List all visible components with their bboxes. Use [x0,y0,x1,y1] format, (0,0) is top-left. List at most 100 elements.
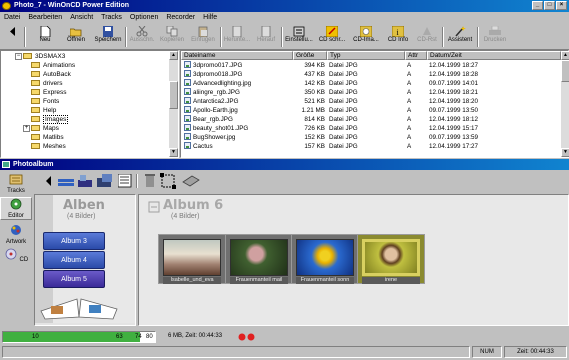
add-album-icon[interactable] [78,174,94,188]
photo-image [230,239,288,276]
toolbar-cd-info-button[interactable]: i CD Info [384,26,412,48]
toolbar-print-button[interactable]: Drucken [480,26,510,48]
tree-item-meshes[interactable]: Meshes [31,142,66,151]
photo-thumbnail-3[interactable]: Frauenmanteil sonn [291,234,359,284]
toolbar-settings-button[interactable]: Einstellu... [284,26,314,48]
menu-datei[interactable]: Datei [4,12,20,24]
menu-hilfe[interactable]: Hilfe [203,12,217,24]
column-header-name[interactable]: Dateiname [181,51,293,60]
file-row[interactable]: Antarctica2.JPG 521 KB Datei JPG A 12.04.199… [181,97,561,106]
properties-icon[interactable] [118,174,132,188]
menu-ansicht[interactable]: Ansicht [70,12,93,24]
album-book-3[interactable]: Album 3 [43,232,105,250]
file-cell-size: 394 KB [304,62,325,69]
add-photo-icon[interactable] [97,174,113,188]
minimize-button[interactable]: _ [532,1,543,10]
toolbar-cd-write-button[interactable]: CD schr... [316,26,348,48]
file-row[interactable]: Advancedlighting.jpg 142 KB Datei JPG A 09.0… [181,79,561,88]
tree-item-fonts[interactable]: Fonts [31,97,59,106]
file-row[interactable]: 3dpromo018.JPG 437 KB Datei JPG A 12.04.1999… [181,70,561,79]
collapse-toggle[interactable]: − [15,53,22,60]
open-folder-icon [70,28,82,37]
scroll-thumb[interactable] [561,60,569,82]
menu-optionen[interactable]: Optionen [130,12,158,24]
album-list-icon[interactable] [58,175,74,187]
nav-artwork[interactable]: Artwork [0,224,32,245]
albums-pane: Alben (4 Bilder) Album 3 Album 4 Album 5 [34,194,136,326]
toolbar-cd-image-button[interactable]: CD-Ima... [350,26,382,48]
close-button[interactable]: × [556,1,567,10]
tree-item-animations[interactable]: Animations [31,61,75,70]
folder-icon [31,80,40,86]
tree-item-label: Images [43,115,69,124]
scroll-thumb[interactable] [169,81,178,109]
column-header-type[interactable]: Typ [327,51,405,60]
folder-tree[interactable]: 3DSMAX3 − Animations AutoBack drivers Ex… [0,50,179,158]
cd-reset-icon [423,27,431,35]
expand-toggle[interactable]: + [23,125,30,132]
column-header-attr[interactable]: Attr [405,51,427,60]
file-cell-attr: A [407,134,412,141]
num-lock-indicator: NUM [472,346,502,358]
photo-thumbnail-1[interactable]: Isabelle_und_eva [158,234,226,284]
tree-item-help[interactable]: Help [31,106,56,115]
toolbar-open-button[interactable]: Öffnen [62,26,90,48]
column-header-date[interactable]: Datum/Zeit [427,51,561,60]
menu-bearbeiten[interactable]: Bearbeiten [28,12,62,24]
tree-scrollbar[interactable]: ▲ ▼ [169,51,178,157]
file-row[interactable]: beauty_shot01.JPG 726 KB Datei JPG A 12.04.1… [181,124,561,133]
folder-icon [31,62,40,68]
file-cell-type: Datei JPG [329,80,358,87]
album-book-4[interactable]: Album 4 [43,251,105,269]
scroll-down-button[interactable]: ▼ [561,148,569,157]
photo-thumbnail-2[interactable]: Frauenmanteil mail [225,234,293,284]
file-cell-name: Cactus [193,143,213,150]
menu-recorder[interactable]: Recorder [166,12,195,24]
tree-item-express[interactable]: Express [31,88,66,97]
toolbar-move-down-button[interactable]: Herunte... [223,26,251,48]
scroll-up-button[interactable]: ▲ [169,51,178,60]
album-book-5[interactable]: Album 5 [43,270,105,288]
delete-icon[interactable] [144,174,156,188]
toolbar-move-up-button[interactable]: Herauf [253,26,279,48]
nav-editor[interactable]: Editor [0,197,32,220]
toolbar-cd-reset-button[interactable]: CD-Rst [414,26,440,48]
toolbar-copy-button[interactable]: Kopieren [158,26,186,48]
file-list[interactable]: Dateiname Größe Typ Attr Datum/Zeit 3dpr… [180,50,569,158]
toolbar-save-button[interactable]: Speichern [92,26,124,48]
file-row[interactable]: BugShower.jpg 152 KB Datei JPG A 09.07.1999 … [181,133,561,142]
nav-tracks[interactable]: Tracks [0,173,32,194]
toolbar-cut-button[interactable]: Ausschn. [128,26,156,48]
capacity-label-start: 10 [32,334,39,340]
file-row[interactable]: 3dpromo017.JPG 394 KB Datei JPG A 12.04.1999… [181,61,561,70]
back-arrow-icon[interactable] [44,176,54,186]
tree-item-drivers[interactable]: drivers [31,79,63,88]
tree-item-matlibs[interactable]: Matlibs [31,133,64,142]
toolbar-wizard-button[interactable]: Assistent [445,26,475,48]
image-file-icon [184,133,191,140]
menu-tracks[interactable]: Tracks [101,12,122,24]
scroll-down-button[interactable]: ▼ [169,148,178,157]
file-cell-size: 437 KB [304,71,325,78]
paste-icon [198,26,208,37]
nav-cd[interactable]: CD [0,248,32,263]
tree-item-images[interactable]: Images [31,115,69,124]
file-row[interactable]: Bear_rgb.JPG 814 KB Datei JPG A 12.04.1999 1… [181,115,561,124]
toolbar-new-button[interactable]: Neu [30,26,60,48]
crop-icon[interactable] [160,173,176,189]
back-button[interactable] [6,26,20,48]
maximize-button[interactable]: □ [544,1,555,10]
toolbar-paste-button[interactable]: Einfügen [188,26,218,48]
column-header-size[interactable]: Größe [293,51,327,60]
file-list-scrollbar[interactable]: ▲ ▼ [561,51,569,157]
tree-item-autoback[interactable]: AutoBack [31,70,71,79]
file-row[interactable]: aliingre_rgb.JPG 350 KB Datei JPG A 12.04.19… [181,88,561,97]
tree-item-label: Maps [43,125,59,132]
scroll-up-button[interactable]: ▲ [561,51,569,60]
tree-item-maps[interactable]: Maps [31,124,59,133]
photo-thumbnail-4[interactable]: irene [357,234,425,284]
file-row[interactable]: Apollo-Earth.jpg 1.21 MB Datei JPG A 09.07.1… [181,106,561,115]
scanner-icon[interactable] [182,174,200,188]
file-row[interactable]: Cactus 157 KB Datei JPG A 12.04.1999 17:27 [181,142,561,151]
tree-item-3dsmax3[interactable]: 3DSMAX3 [23,52,65,61]
